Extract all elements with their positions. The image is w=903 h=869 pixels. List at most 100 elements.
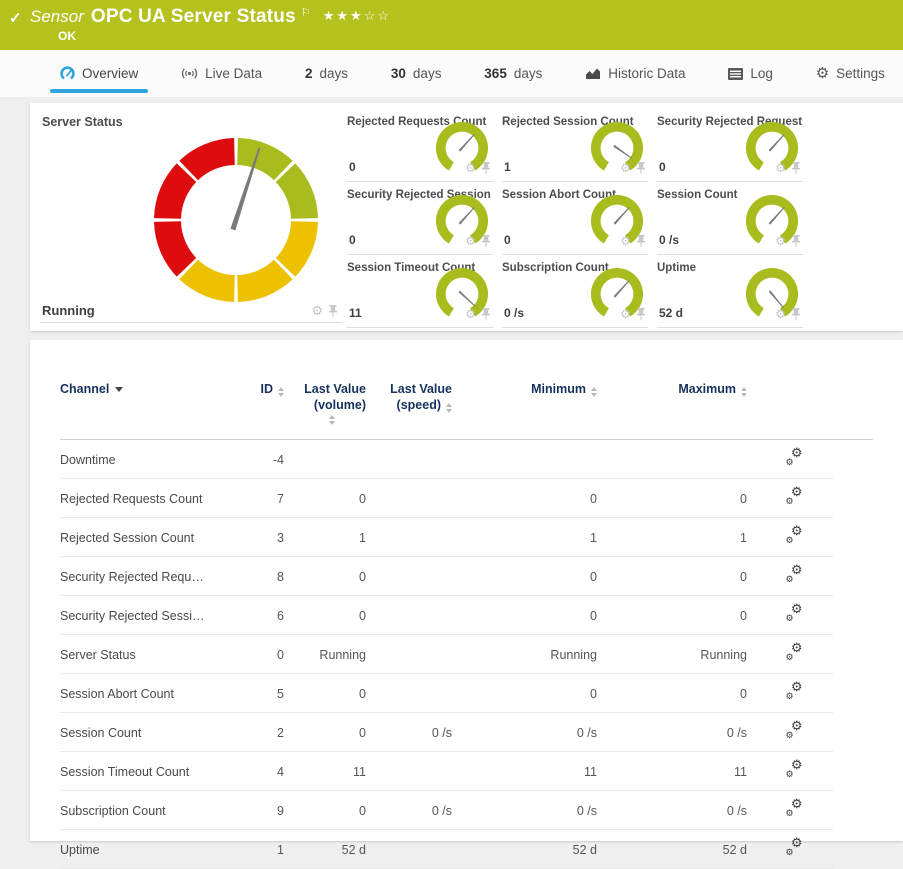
gear-icon[interactable]: ⚙: [620, 162, 631, 174]
tab-label: days: [514, 66, 543, 81]
channel-settings-icon[interactable]: ⚙⚙: [786, 801, 803, 817]
table-row: Session Abort Count5000⚙⚙: [60, 674, 873, 713]
column-label: Channel: [60, 382, 109, 396]
page-title: OPC UA Server Status: [91, 6, 296, 28]
server-status-gauge: [153, 137, 319, 303]
cell-maximum: 0: [605, 479, 755, 518]
cell-last_speed: [374, 596, 460, 635]
table-row: Rejected Session Count3111⚙⚙: [60, 518, 873, 557]
channel-table: Channel IDLast Value(volume)Last Value(sp…: [60, 378, 873, 869]
table-row: Server Status0RunningRunningRunning⚙⚙: [60, 635, 873, 674]
channel-settings-icon[interactable]: ⚙⚙: [786, 723, 803, 739]
main-gauge-title: Server Status: [40, 109, 342, 129]
cell-maximum: 1: [605, 518, 755, 557]
gauges-panel: Server Status Running ⚙ Rejected Request…: [30, 103, 903, 331]
column-header-minimum[interactable]: Minimum: [460, 378, 605, 440]
cell-last_volume: 0: [292, 479, 374, 518]
pin-icon[interactable]: [481, 308, 491, 320]
mini-gauge-grid: Rejected Requests Count0⚙Rejected Sessio…: [347, 109, 803, 328]
column-header-last_speed[interactable]: Last Value(speed): [374, 378, 460, 440]
pin-icon[interactable]: [791, 235, 801, 247]
channel-settings-icon[interactable]: ⚙⚙: [786, 489, 803, 505]
tab-label: Log: [750, 66, 773, 81]
cell-id: 6: [232, 596, 292, 635]
pin-icon[interactable]: [791, 162, 801, 174]
gear-icon[interactable]: ⚙: [620, 308, 631, 320]
log-icon: [728, 68, 743, 80]
table-row: Security Rejected Sessi…6000⚙⚙: [60, 596, 873, 635]
cell-minimum: 11: [460, 752, 605, 791]
cell-last_volume: [292, 440, 374, 479]
gear-icon[interactable]: ⚙: [465, 235, 476, 247]
cell-minimum: 0: [460, 557, 605, 596]
channel-settings-icon[interactable]: ⚙⚙: [786, 840, 803, 856]
channel-settings-icon[interactable]: ⚙⚙: [786, 762, 803, 778]
cell-minimum: 52 d: [460, 830, 605, 869]
gauge-tile-session-count: Session Count0 /s⚙: [657, 182, 803, 255]
sort-arrows-icon: [591, 387, 597, 397]
cell-id: 7: [232, 479, 292, 518]
channel-settings-icon[interactable]: ⚙⚙: [786, 645, 803, 661]
pin-icon[interactable]: [636, 235, 646, 247]
channel-settings-icon[interactable]: ⚙⚙: [786, 606, 803, 622]
flag-icon[interactable]: ⚐: [301, 6, 311, 19]
cell-id: 3: [232, 518, 292, 557]
cell-last_volume: 0: [292, 791, 374, 830]
cell-last_speed: 0 /s: [374, 791, 460, 830]
column-sublabel: (volume): [292, 398, 366, 412]
tab-live-data[interactable]: Live Data: [171, 50, 272, 97]
column-header-channel[interactable]: Channel: [60, 378, 232, 440]
tab-log[interactable]: Log: [718, 50, 783, 97]
tab-bar: Overview Live Data 2days 30days 365days Histo…: [0, 50, 903, 97]
pin-icon[interactable]: [328, 305, 338, 317]
tab-30-days[interactable]: 30days: [381, 50, 452, 97]
mini-gauge-value: 0 /s: [659, 233, 679, 247]
tab-overview[interactable]: Overview: [50, 50, 148, 97]
gear-icon[interactable]: ⚙: [465, 308, 476, 320]
channel-settings-icon[interactable]: ⚙⚙: [786, 567, 803, 583]
channel-name: Downtime: [60, 440, 232, 479]
gear-icon[interactable]: ⚙: [775, 235, 786, 247]
tab-historic-data[interactable]: Historic Data: [575, 50, 695, 97]
channel-settings-icon[interactable]: ⚙⚙: [786, 684, 803, 700]
cell-maximum: Running: [605, 635, 755, 674]
pin-icon[interactable]: [481, 235, 491, 247]
gauge-tile-security-rejected-session-co: Security Rejected Session Co…0⚙: [347, 182, 493, 255]
cell-last_volume: 0: [292, 674, 374, 713]
channel-settings-icon[interactable]: ⚙⚙: [786, 450, 803, 466]
tab-label: Overview: [82, 66, 138, 81]
tab-365-days[interactable]: 365days: [474, 50, 552, 97]
tab-settings[interactable]: ⚙Settings: [806, 50, 895, 97]
cell-maximum: [605, 440, 755, 479]
pin-icon[interactable]: [481, 162, 491, 174]
pin-icon[interactable]: [636, 162, 646, 174]
channel-name: Security Rejected Requ…: [60, 557, 232, 596]
priority-stars[interactable]: ★★★☆☆: [323, 8, 391, 24]
cell-last_volume: 0: [292, 557, 374, 596]
cell-minimum: 1: [460, 518, 605, 557]
mini-gauge-value: 11: [349, 306, 362, 320]
column-header-last_volume[interactable]: Last Value(volume): [292, 378, 374, 440]
gear-icon[interactable]: ⚙: [620, 235, 631, 247]
column-header-id[interactable]: ID: [232, 378, 292, 440]
gear-icon[interactable]: ⚙: [311, 304, 323, 317]
gear-icon[interactable]: ⚙: [775, 308, 786, 320]
channel-name: Rejected Session Count: [60, 518, 232, 557]
channels-panel: Channel IDLast Value(volume)Last Value(sp…: [30, 340, 903, 841]
tab-2-days[interactable]: 2days: [295, 50, 358, 97]
mini-gauge-value: 0: [349, 233, 356, 247]
cell-maximum: 0: [605, 557, 755, 596]
cell-last_speed: [374, 479, 460, 518]
gear-icon[interactable]: ⚙: [775, 162, 786, 174]
pin-icon[interactable]: [791, 308, 801, 320]
cell-id: 1: [232, 830, 292, 869]
pin-icon[interactable]: [636, 308, 646, 320]
channel-settings-icon[interactable]: ⚙⚙: [786, 528, 803, 544]
column-header-maximum[interactable]: Maximum: [605, 378, 755, 440]
cell-id: 9: [232, 791, 292, 830]
table-row: Downtime-4⚙⚙: [60, 440, 873, 479]
cell-id: 8: [232, 557, 292, 596]
column-sublabel: (speed): [374, 398, 452, 413]
cell-id: 4: [232, 752, 292, 791]
gear-icon[interactable]: ⚙: [465, 162, 476, 174]
